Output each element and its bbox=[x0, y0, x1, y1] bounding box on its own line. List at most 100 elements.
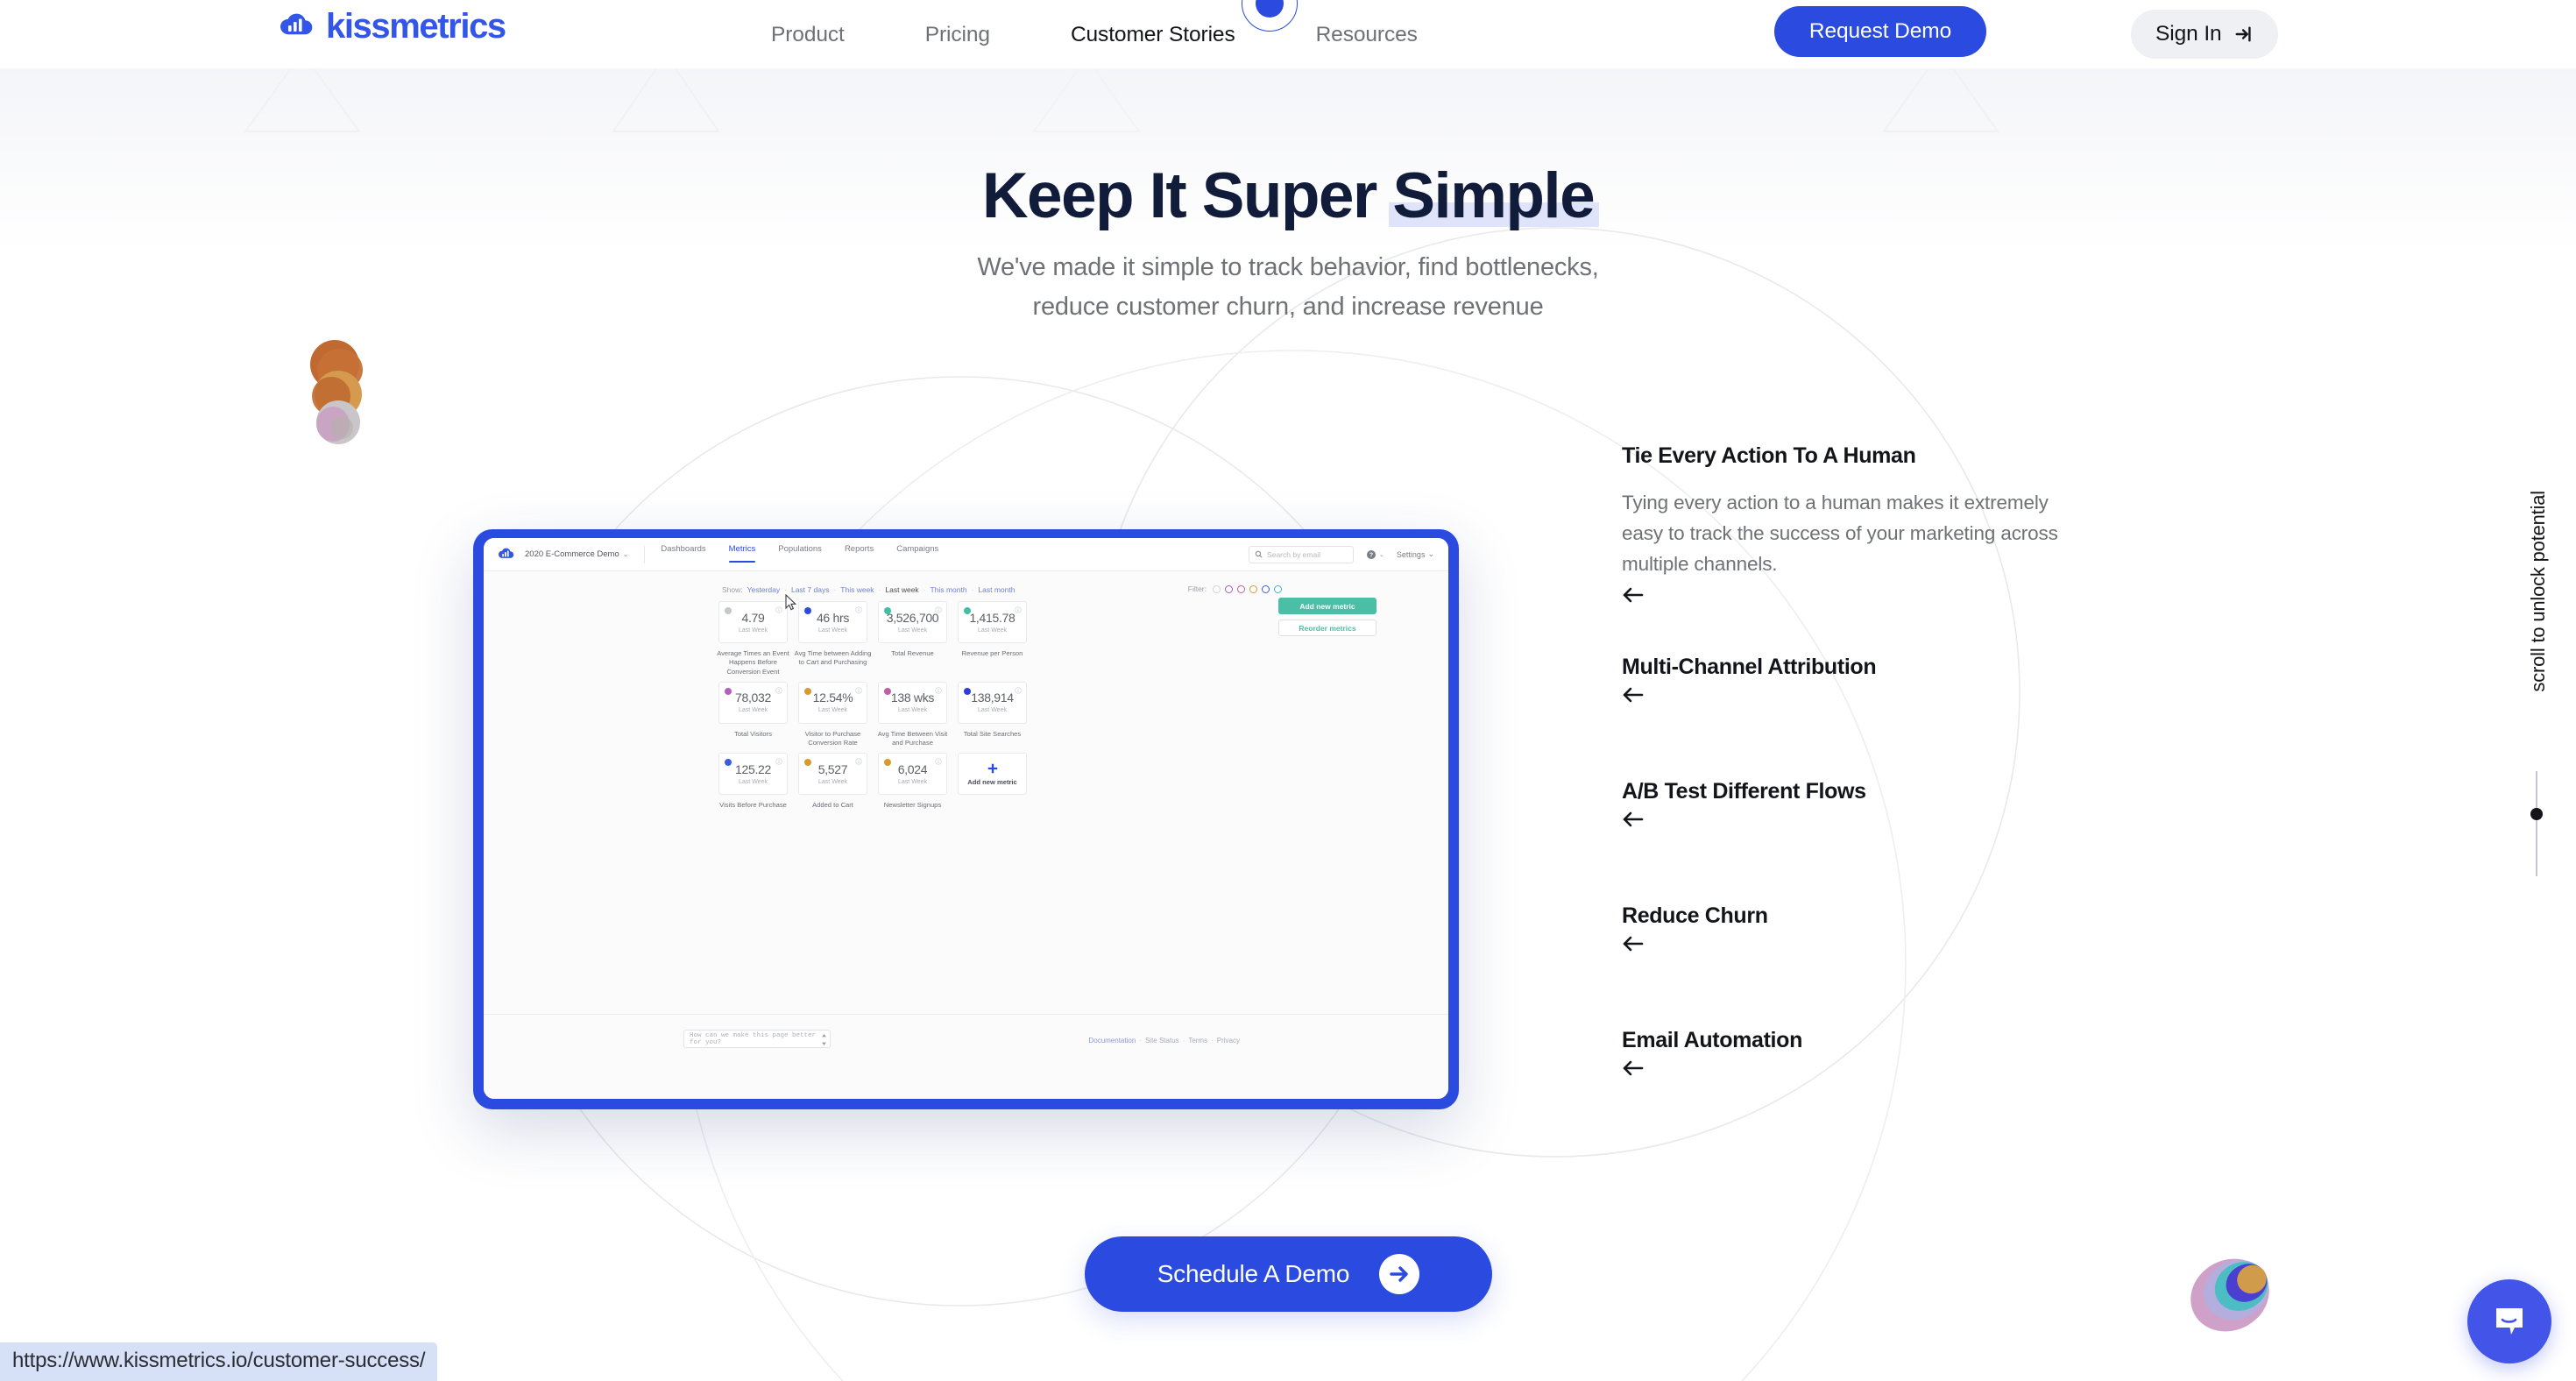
arrow-left-icon[interactable] bbox=[1622, 1059, 2077, 1078]
metric-card[interactable]: 5,527 Last Week bbox=[798, 753, 867, 796]
feedback-textarea[interactable]: How can we make this page better for you… bbox=[683, 1030, 831, 1048]
arrow-right-circle-icon bbox=[1379, 1254, 1420, 1294]
info-icon[interactable] bbox=[935, 606, 942, 613]
metric-value: 12.54% bbox=[812, 690, 853, 705]
arrow-left-icon[interactable] bbox=[1622, 934, 2077, 953]
resize-grip-icon[interactable] bbox=[821, 1033, 827, 1046]
schedule-demo-button[interactable]: Schedule A Demo bbox=[1085, 1236, 1492, 1312]
app-footer-divider bbox=[484, 1014, 1448, 1015]
metric-color-dot bbox=[804, 607, 811, 614]
nav-item-customer-stories[interactable]: Customer Stories bbox=[1071, 23, 1235, 47]
metric-cell: 138 wks Last Week Avg Time Between Visit… bbox=[878, 681, 947, 748]
settings-menu[interactable]: Settings ⌄ bbox=[1397, 549, 1434, 559]
add-metric-card[interactable]: Add new metric bbox=[958, 753, 1027, 796]
reorder-metrics-button[interactable]: Reorder metrics bbox=[1278, 620, 1376, 636]
info-icon[interactable] bbox=[855, 758, 862, 765]
main-navigation: Product Pricing Customer Stories Resourc… bbox=[771, 0, 1418, 69]
app-tab-metrics[interactable]: Metrics bbox=[728, 544, 755, 564]
filter-dot-5[interactable] bbox=[1274, 584, 1282, 593]
help-menu[interactable]: ? ⌄ bbox=[1366, 549, 1384, 560]
svg-text:?: ? bbox=[1369, 552, 1373, 558]
metric-card[interactable]: 12.54% Last Week bbox=[798, 681, 867, 724]
metric-color-dot bbox=[964, 687, 971, 695]
layered-shell-decoration bbox=[2190, 1258, 2269, 1332]
metric-label: Added to Cart bbox=[812, 801, 853, 810]
info-icon[interactable] bbox=[935, 687, 942, 694]
metric-card[interactable]: 1,415.78 Last Week bbox=[958, 601, 1027, 643]
app-topbar: 2020 E-Commerce Demo ⌄ Dashboards Metric… bbox=[484, 538, 1448, 571]
metric-card[interactable]: 138 wks Last Week bbox=[878, 681, 947, 724]
info-icon[interactable] bbox=[855, 687, 862, 694]
footer-link-documentation[interactable]: Documentation bbox=[1088, 1037, 1136, 1045]
footer-link-site-status[interactable]: Site Status bbox=[1145, 1037, 1179, 1045]
metric-value: 78,032 bbox=[734, 690, 772, 705]
info-icon[interactable] bbox=[775, 758, 782, 765]
metric-cell: 5,527 Last Week Added to Cart bbox=[798, 753, 867, 810]
metric-label: Avg Time between Adding to Cart and Purc… bbox=[794, 649, 872, 667]
add-new-metric-button[interactable]: Add new metric bbox=[1278, 598, 1376, 614]
info-icon[interactable] bbox=[1015, 687, 1022, 694]
scroll-knob[interactable] bbox=[2530, 808, 2543, 820]
app-tab-campaigns[interactable]: Campaigns bbox=[896, 544, 938, 564]
nav-item-product[interactable]: Product bbox=[771, 23, 845, 47]
app-tab-dashboards[interactable]: Dashboards bbox=[661, 544, 705, 564]
accordion-title[interactable]: Tie Every Action To A Human bbox=[1622, 443, 2077, 469]
project-selector[interactable]: 2020 E-Commerce Demo ⌄ bbox=[525, 549, 628, 559]
metric-card[interactable]: 4.79 Last Week bbox=[718, 601, 788, 643]
info-icon[interactable] bbox=[775, 687, 782, 694]
sep: · bbox=[1139, 1037, 1142, 1045]
date-option-this-week[interactable]: This week bbox=[840, 585, 874, 594]
info-icon[interactable] bbox=[1015, 606, 1022, 613]
arrow-left-icon[interactable] bbox=[1622, 810, 2077, 829]
project-name: 2020 E-Commerce Demo bbox=[525, 549, 619, 559]
accordion-title[interactable]: Email Automation bbox=[1622, 1027, 2077, 1053]
logo-link[interactable]: kissmetrics bbox=[279, 9, 506, 44]
metric-card[interactable]: 6,024 Last Week bbox=[878, 753, 947, 796]
metric-card[interactable]: 125.22 Last Week bbox=[718, 753, 788, 796]
filter-dot-3[interactable] bbox=[1249, 584, 1257, 593]
search-input[interactable]: Search by email bbox=[1249, 545, 1355, 563]
filter-dot-0[interactable] bbox=[1213, 584, 1221, 593]
info-icon[interactable] bbox=[775, 606, 782, 613]
metric-cell: 3,526,700 Last Week Total Revenue bbox=[878, 601, 947, 676]
metric-cell: 125.22 Last Week Visits Before Purchase bbox=[718, 753, 788, 810]
accordion-title[interactable]: A/B Test Different Flows bbox=[1622, 778, 2077, 804]
info-icon[interactable] bbox=[935, 758, 942, 765]
app-tab-populations[interactable]: Populations bbox=[778, 544, 822, 564]
accordion-title[interactable]: Reduce Churn bbox=[1622, 903, 2077, 929]
metric-value: 125.22 bbox=[734, 761, 772, 776]
page-title: Keep It Super Simple bbox=[982, 160, 1599, 231]
date-option-last-month[interactable]: Last month bbox=[978, 585, 1015, 594]
sign-in-label: Sign In bbox=[2155, 22, 2222, 46]
app-body: Show: Yesterday · Last 7 days · This week ·… bbox=[484, 571, 1448, 1099]
date-option-yesterday[interactable]: Yesterday bbox=[747, 585, 781, 594]
scroll-track[interactable] bbox=[2536, 771, 2537, 876]
metric-value: 138 wks bbox=[890, 690, 935, 705]
metric-label: Total Site Searches bbox=[963, 729, 1022, 738]
footer-link-terms[interactable]: Terms bbox=[1188, 1037, 1207, 1045]
date-option-last-week[interactable]: Last week bbox=[885, 585, 918, 594]
metric-card[interactable]: 46 hrs Last Week bbox=[798, 601, 867, 643]
accordion-title[interactable]: Multi-Channel Attribution bbox=[1622, 654, 2077, 680]
metric-card[interactable]: 78,032 Last Week bbox=[718, 681, 788, 724]
footer-link-privacy[interactable]: Privacy bbox=[1217, 1037, 1240, 1045]
metric-card[interactable]: 138,914 Last Week bbox=[958, 681, 1027, 724]
request-demo-button[interactable]: Request Demo bbox=[1774, 6, 1986, 57]
filter-dot-1[interactable] bbox=[1225, 584, 1233, 593]
date-option-this-month[interactable]: This month bbox=[931, 585, 967, 594]
info-icon[interactable] bbox=[855, 606, 862, 613]
sign-in-button[interactable]: Sign In bbox=[2131, 10, 2278, 59]
filter-dot-2[interactable] bbox=[1237, 584, 1245, 593]
filter-dot-4[interactable] bbox=[1262, 584, 1270, 593]
hero-subtitle-line-1: We've made it simple to track behavior, … bbox=[977, 252, 1599, 281]
nav-item-pricing[interactable]: Pricing bbox=[925, 23, 990, 47]
metric-label: Visitor to Purchase Conversion Rate bbox=[804, 729, 861, 747]
app-tab-reports[interactable]: Reports bbox=[845, 544, 874, 564]
page-title-highlight: Simple bbox=[1389, 160, 1599, 231]
metric-card[interactable]: 3,526,700 Last Week bbox=[878, 601, 947, 643]
nav-item-resources[interactable]: Resources bbox=[1316, 23, 1418, 47]
arrow-left-icon[interactable] bbox=[1622, 685, 2077, 705]
date-option-last-7-days[interactable]: Last 7 days bbox=[791, 585, 829, 594]
arrow-left-icon[interactable] bbox=[1622, 585, 2077, 605]
intercom-chat-button[interactable] bbox=[2467, 1279, 2551, 1363]
